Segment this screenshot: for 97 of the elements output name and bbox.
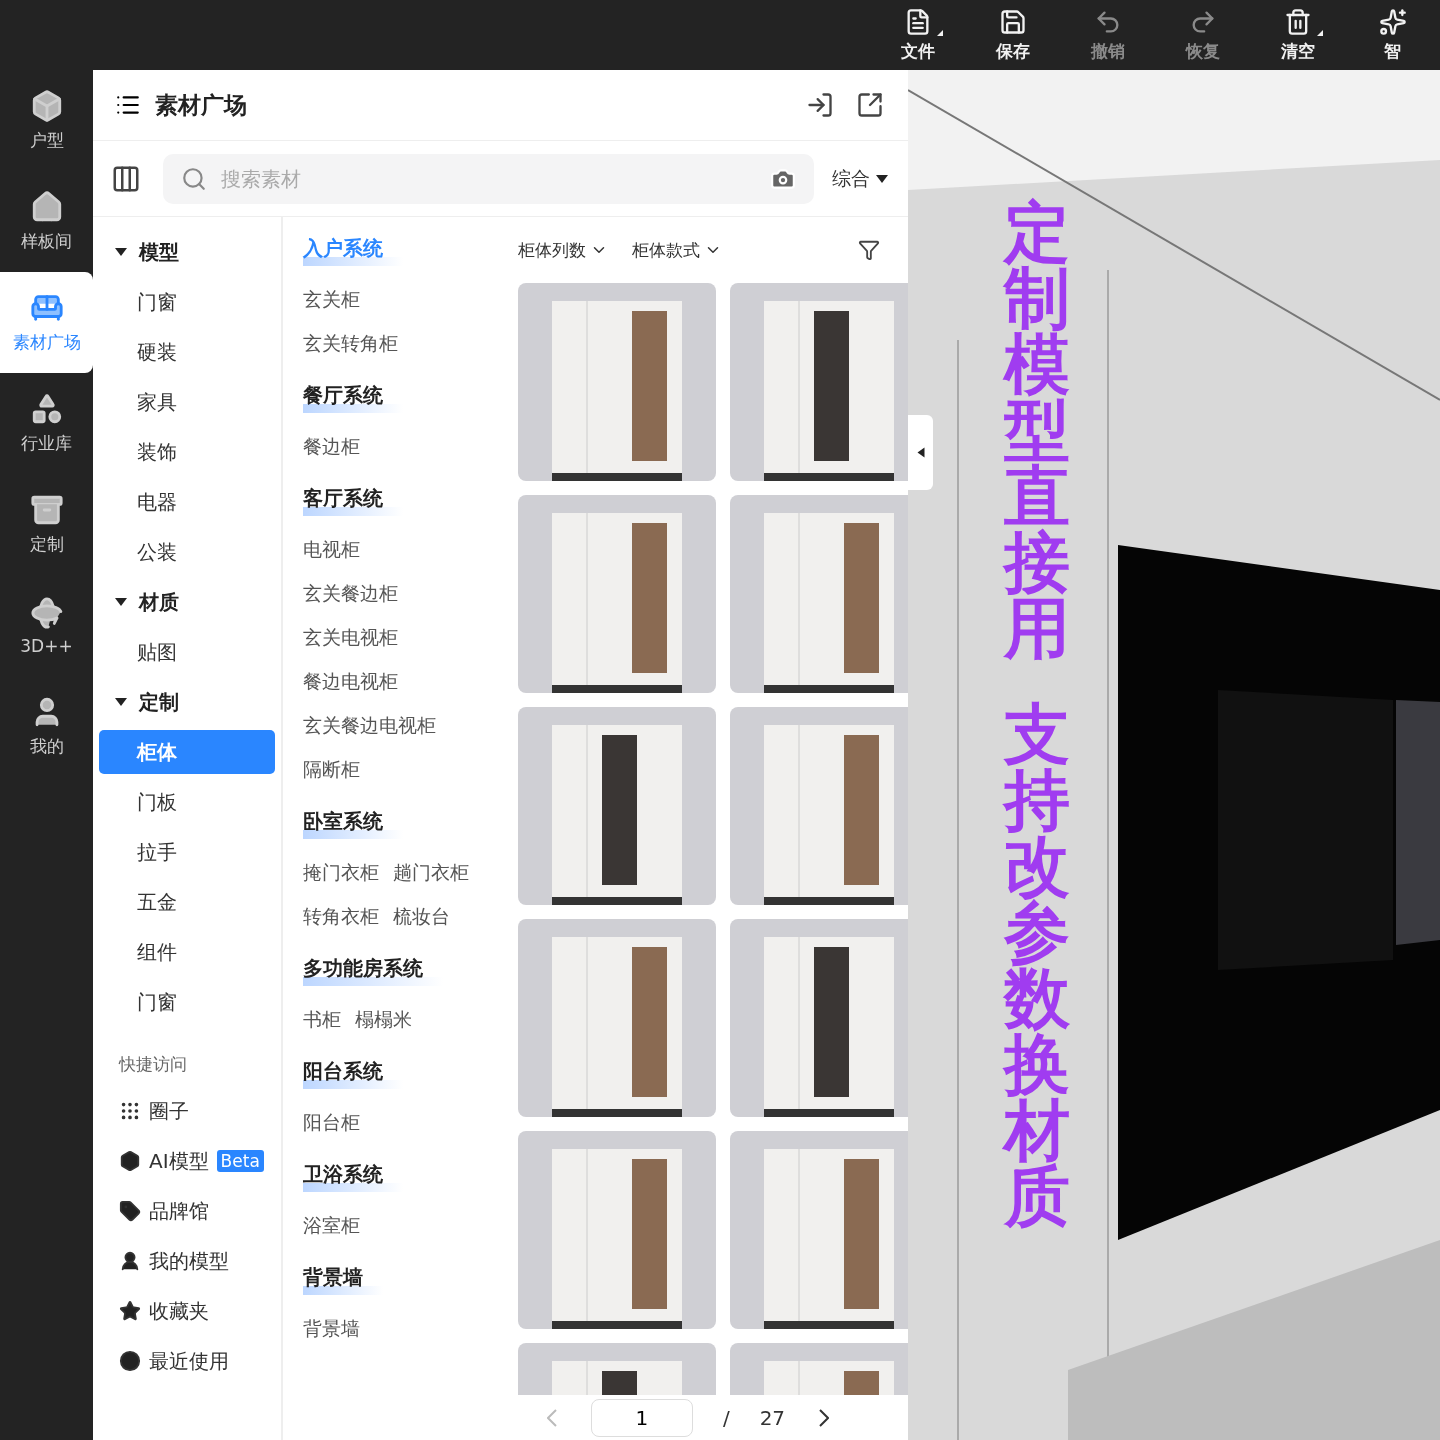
quick-access-icon [119,1150,141,1172]
category-item[interactable]: 硬装 [99,330,275,374]
quick-access-icon [119,1300,141,1322]
category-item[interactable]: 五金 [99,880,275,924]
category-item[interactable]: 门窗 [99,280,275,324]
quick-access-item[interactable]: 最近使用 [99,1336,275,1386]
category-item[interactable]: 贴图 [99,630,275,674]
category-item[interactable]: 电器 [99,480,275,524]
chevron-right-icon [819,1408,830,1427]
cabinet-thumbnail[interactable] [518,495,716,693]
quick-access-icon [119,1350,141,1372]
quick-access-item[interactable]: 品牌馆 [99,1186,275,1236]
category-item[interactable]: 门窗 [99,980,275,1024]
cabinet-thumbnail[interactable] [730,495,908,693]
toolbar-button[interactable]: 智 [1345,0,1440,70]
quick-access-icon [119,1200,141,1222]
category-item[interactable]: 门板 [99,780,275,824]
rail-icon [29,595,64,630]
quick-access-label: 品牌馆 [149,1197,209,1225]
rail-icon [29,493,64,527]
caret-icon [876,174,888,183]
system-item[interactable]: 玄关电视柜 [303,616,508,660]
cabinet-thumbnail[interactable] [518,919,716,1117]
system-item[interactable]: 榻榻米 [355,998,412,1042]
page-separator: / [722,1405,730,1430]
cabinet-thumbnail[interactable] [730,707,908,905]
filter-dropdown[interactable]: 柜体列数 [518,238,608,262]
category-header[interactable]: 模型 [99,227,275,277]
rail-item[interactable]: 我的 [0,676,93,777]
cabinet-thumbnail[interactable] [518,707,716,905]
system-item[interactable]: 玄关餐边电视柜 [303,704,508,748]
toolbar-icon [998,7,1027,36]
quick-access-label: AI模型 [149,1147,209,1175]
category-item[interactable]: 拉手 [99,830,275,874]
system-item[interactable]: 梳妆台 [393,895,469,939]
system-item[interactable]: 玄关柜 [303,278,508,322]
page-input[interactable]: 1 [590,1398,693,1437]
system-item[interactable]: 电视柜 [303,528,508,572]
category-item[interactable]: 家具 [99,380,275,424]
quick-access-label: 最近使用 [149,1347,229,1375]
quick-access-item[interactable]: 收藏夹 [99,1286,275,1336]
panel-title: 素材广场 [155,90,248,120]
toolbar-button[interactable]: 文件 [870,0,965,70]
system-item[interactable]: 浴室柜 [303,1204,508,1248]
chevron-left-icon [546,1408,557,1427]
rail-item[interactable]: 户型 [0,70,93,171]
cabinet-thumbnail[interactable] [730,1131,908,1329]
system-item[interactable]: 书柜 [303,998,341,1042]
quick-access-icon [119,1100,141,1122]
page-total: 27 [759,1405,786,1430]
sort-dropdown[interactable]: 综合 [832,165,888,192]
system-item[interactable]: 餐边柜 [303,425,508,469]
toolbar-button[interactable]: 保存 [965,0,1060,70]
category-header[interactable]: 材质 [99,577,275,627]
search-field[interactable]: 搜索素材 [219,165,758,192]
rail-item[interactable]: 样板间 [0,171,93,272]
filter-dropdown[interactable]: 柜体款式 [632,238,722,262]
rail-item[interactable]: 素材广场 [0,272,93,373]
category-item[interactable]: 柜体 [99,730,275,774]
category-item[interactable]: 组件 [99,930,275,974]
promo-caption: 定制模型直接用 [1004,200,1070,662]
category-item[interactable]: 公装 [99,530,275,574]
toolbar-button[interactable]: 清空 [1250,0,1345,70]
system-item[interactable]: 掩门衣柜 [303,851,379,895]
category-item[interactable]: 装饰 [99,430,275,474]
quick-access-label: 收藏夹 [149,1297,209,1325]
system-item[interactable]: 转角衣柜 [303,895,379,939]
rail-item[interactable]: 行业库 [0,373,93,474]
toolbar-icon [1283,7,1312,36]
quick-access-label: 圈子 [149,1097,189,1125]
system-item[interactable]: 趟门衣柜 [393,851,469,895]
cabinet-thumbnail[interactable] [730,919,908,1117]
search-icon [181,165,207,192]
category-header[interactable]: 定制 [99,677,275,727]
quick-access-icon [119,1250,141,1272]
cabinet-thumbnail[interactable] [730,283,908,481]
system-item[interactable]: 阳台柜 [303,1101,508,1145]
system-item[interactable]: 背景墙 [303,1307,508,1351]
search-bar[interactable]: 搜索素材 [163,153,814,204]
quick-access-item[interactable]: AI模型 Beta [99,1136,275,1186]
quick-access-item[interactable]: 我的模型 [99,1236,275,1286]
system-item[interactable]: 隔断柜 [303,748,508,792]
beta-badge: Beta [216,1150,264,1172]
rail-item[interactable]: 定制 [0,474,93,575]
cabinet-thumbnail[interactable] [518,1131,716,1329]
promo-caption: 支持改参数换材质 [1004,702,1070,1230]
system-item[interactable]: 玄关餐边柜 [303,572,508,616]
toolbar-icon [1378,7,1407,36]
quick-access-item[interactable]: 圈子 [99,1086,275,1136]
rail-item[interactable]: 3D++ [0,575,93,676]
system-item[interactable]: 玄关转角柜 [303,322,508,366]
cabinet-thumbnail[interactable] [518,283,716,481]
collapse-handle[interactable] [908,415,933,490]
quick-access-label: 我的模型 [149,1247,229,1275]
system-item[interactable]: 餐边电视柜 [303,660,508,704]
caret-icon [917,447,924,458]
section-label: 快捷访问 [117,1053,188,1076]
